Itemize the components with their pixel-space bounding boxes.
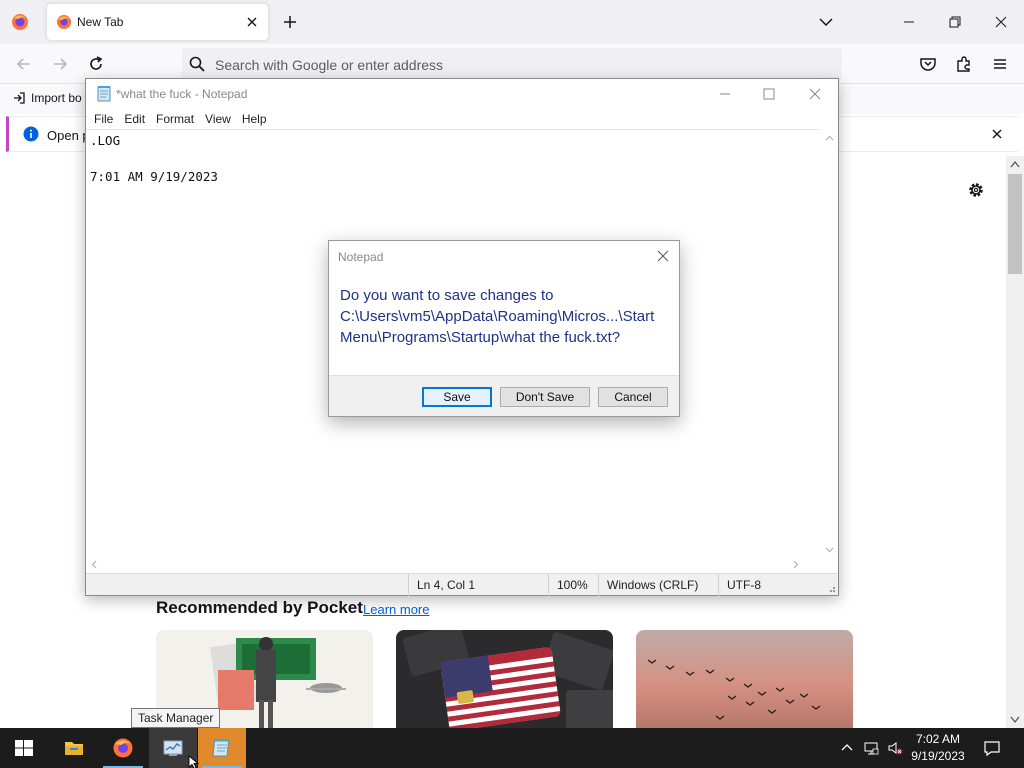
- taskbar-file-explorer[interactable]: [50, 728, 98, 768]
- story-thumbnail-credit-cards: [402, 630, 613, 728]
- notifications-icon[interactable]: [983, 739, 1001, 757]
- scroll-down-arrow-icon[interactable]: [825, 547, 834, 553]
- browser-tab-strip: New Tab: [0, 0, 1024, 44]
- reload-icon[interactable]: [86, 54, 106, 74]
- menu-file[interactable]: File: [89, 109, 119, 129]
- taskbar-firefox[interactable]: [99, 728, 147, 768]
- minimize-icon[interactable]: [899, 12, 919, 32]
- menu-help[interactable]: Help: [237, 109, 273, 129]
- extensions-icon[interactable]: [954, 54, 974, 74]
- menu-format[interactable]: Format: [151, 109, 200, 129]
- status-cursor-position: Ln 4, Col 1: [408, 574, 548, 596]
- menu-view[interactable]: View: [200, 109, 237, 129]
- tab-title: New Tab: [77, 15, 124, 29]
- notepad-horizontal-scrollbar[interactable]: [86, 556, 821, 573]
- maximize-icon[interactable]: [759, 84, 779, 104]
- taskbar-tooltip: Task Manager: [131, 708, 221, 728]
- info-icon: [23, 126, 39, 142]
- task-manager-icon: [163, 740, 183, 756]
- close-window-icon[interactable]: [805, 84, 825, 104]
- dialog-message: Do you want to save changes to C:\Users\…: [340, 287, 655, 346]
- notepad-icon: [97, 86, 111, 102]
- chevron-up-icon[interactable]: [839, 740, 855, 756]
- notepad-icon: [212, 739, 230, 757]
- forward-arrow-icon[interactable]: [50, 54, 70, 74]
- notepad-vertical-scrollbar[interactable]: [821, 129, 838, 557]
- close-tab-icon[interactable]: [244, 14, 260, 30]
- story-thumbnail-birds: [647, 659, 821, 720]
- windows-logo-icon: [15, 740, 33, 756]
- notepad-window-title: *what the fuck - Notepad: [116, 87, 248, 101]
- hamburger-menu-icon[interactable]: [990, 54, 1010, 74]
- close-icon[interactable]: [990, 127, 1004, 141]
- scrollbar-thumb[interactable]: [1008, 174, 1022, 274]
- mouse-cursor-icon: [188, 755, 200, 768]
- clock-date: 9/19/2023: [911, 749, 965, 763]
- status-zoom: 100%: [548, 574, 598, 596]
- gear-icon[interactable]: [966, 180, 986, 200]
- taskbar-notepad[interactable]: [198, 728, 246, 768]
- cancel-button[interactable]: Cancel: [598, 387, 668, 407]
- minimize-icon[interactable]: [715, 84, 735, 104]
- notepad-menu-bar: File Edit Format View Help: [86, 109, 838, 129]
- search-icon: [189, 56, 205, 72]
- address-bar[interactable]: Search with Google or enter address: [182, 48, 842, 80]
- windows-taskbar: 7:02 AM 9/19/2023: [0, 728, 1024, 768]
- import-bookmarks-button[interactable]: Import bo: [12, 91, 82, 105]
- notepad-status-bar: Ln 4, Col 1 100% Windows (CRLF) UTF-8: [86, 573, 838, 596]
- network-icon[interactable]: [863, 740, 879, 756]
- close-window-icon[interactable]: [991, 12, 1011, 32]
- menu-edit[interactable]: Edit: [119, 109, 151, 129]
- dialog-button-row: Save Don't Save Cancel: [329, 375, 679, 416]
- import-icon: [14, 92, 25, 104]
- address-placeholder: Search with Google or enter address: [215, 57, 444, 73]
- import-bookmarks-label: Import bo: [31, 91, 82, 105]
- notepad-title-bar[interactable]: *what the fuck - Notepad: [86, 79, 838, 109]
- scroll-down-arrow-icon[interactable]: [1010, 716, 1020, 724]
- restore-icon[interactable]: [945, 12, 965, 32]
- new-tab-plus-icon[interactable]: [280, 12, 300, 32]
- scroll-left-arrow-icon[interactable]: [91, 560, 97, 569]
- status-encoding: UTF-8: [718, 574, 818, 596]
- scroll-up-arrow-icon[interactable]: [1010, 160, 1020, 168]
- taskbar-clock[interactable]: 7:02 AM 9/19/2023: [906, 731, 970, 765]
- pocket-icon[interactable]: [918, 54, 938, 74]
- pocket-story-card[interactable]: [396, 630, 613, 728]
- resize-grip-icon[interactable]: [826, 583, 836, 593]
- learn-more-link[interactable]: Learn more: [363, 602, 429, 617]
- dont-save-button[interactable]: Don't Save: [500, 387, 590, 407]
- save-changes-dialog: Notepad Do you want to save changes to C…: [328, 240, 680, 417]
- tab-new-tab[interactable]: New Tab: [47, 4, 268, 40]
- page-scrollbar[interactable]: [1006, 156, 1024, 728]
- pocket-heading: Recommended by Pocket: [156, 598, 363, 617]
- start-button[interactable]: [0, 728, 48, 768]
- firefox-icon: [113, 738, 133, 758]
- dialog-title: Notepad: [338, 250, 384, 264]
- firefox-menu-icon[interactable]: [10, 12, 30, 32]
- firefox-icon: [57, 15, 71, 29]
- volume-muted-icon[interactable]: [887, 740, 903, 756]
- scroll-right-arrow-icon[interactable]: [793, 560, 799, 569]
- folder-icon: [65, 742, 83, 755]
- clock-time: 7:02 AM: [915, 732, 961, 746]
- notepad-content: .LOG 7:01 AM 9/19/2023: [90, 133, 218, 184]
- status-line-ending: Windows (CRLF): [598, 574, 718, 596]
- chevron-down-icon[interactable]: [816, 12, 836, 32]
- back-arrow-icon[interactable]: [14, 54, 34, 74]
- pocket-story-card[interactable]: [636, 630, 853, 728]
- close-icon[interactable]: [656, 249, 670, 263]
- save-button[interactable]: Save: [422, 387, 492, 407]
- scroll-up-arrow-icon[interactable]: [825, 135, 834, 141]
